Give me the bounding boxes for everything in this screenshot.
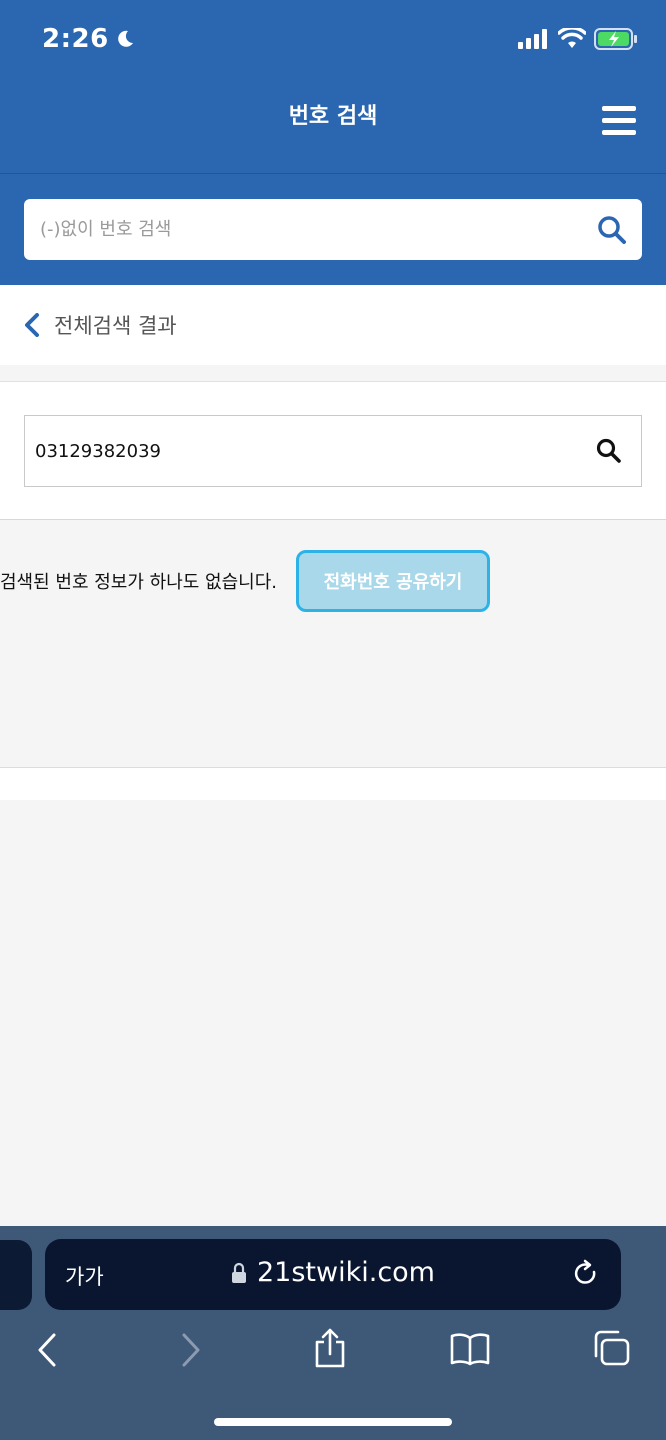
- moon-icon: [117, 30, 133, 47]
- search-icon: [598, 215, 626, 244]
- number-search-button[interactable]: [577, 438, 641, 464]
- number-search-input[interactable]: [25, 440, 577, 462]
- no-result-message: 검색된 번호 정보가 하나도 없습니다.: [0, 572, 278, 593]
- app-header: 번호 검색: [0, 80, 666, 174]
- number-search-panel: [0, 381, 666, 520]
- signal-icon: [518, 29, 547, 49]
- top-search-button[interactable]: [582, 215, 642, 245]
- lock-icon: [232, 1262, 246, 1283]
- share-icon[interactable]: [312, 1328, 348, 1368]
- browser-bottom-bar: 가가 21stwiki.com: [0, 1226, 666, 1440]
- number-search-box: [24, 415, 642, 487]
- status-bar: 2:26: [0, 0, 666, 80]
- tabs-icon[interactable]: [592, 1330, 630, 1366]
- result-section: 검색된 번호 정보가 하나도 없습니다. 전화번호 공유하기: [0, 520, 666, 768]
- back-link-label: 전체검색 결과: [54, 314, 177, 338]
- reload-icon[interactable]: [571, 1259, 601, 1289]
- menu-bar: [602, 118, 636, 123]
- search-band: [0, 174, 666, 285]
- status-icons: [518, 28, 638, 50]
- clock: 2:26: [42, 24, 135, 54]
- url-display: 21stwiki.com: [45, 1257, 621, 1288]
- back-link[interactable]: 전체검색 결과: [0, 285, 666, 365]
- chevron-left-icon: [25, 313, 39, 337]
- browser-toolbar: [0, 1326, 666, 1386]
- battery-charging-icon: [594, 28, 637, 50]
- home-indicator: [214, 1418, 452, 1426]
- wifi-icon: [558, 28, 586, 48]
- page-background: [0, 800, 666, 1226]
- hamburger-menu-button[interactable]: [602, 106, 636, 138]
- previous-tab-preview[interactable]: [0, 1240, 32, 1310]
- top-search-box: [24, 199, 642, 260]
- top-search-input[interactable]: [24, 219, 582, 240]
- page-title: 번호 검색: [288, 104, 378, 129]
- menu-bar: [602, 130, 636, 135]
- back-arrow-icon[interactable]: [36, 1332, 58, 1368]
- clock-text: 2:26: [42, 24, 109, 54]
- bookmarks-icon[interactable]: [450, 1332, 490, 1366]
- address-bar[interactable]: 가가 21stwiki.com: [45, 1239, 621, 1310]
- forward-arrow-icon[interactable]: [180, 1332, 202, 1368]
- url-text: 21stwiki.com: [257, 1257, 435, 1288]
- share-number-button[interactable]: 전화번호 공유하기: [296, 550, 490, 612]
- divider-strip: [0, 768, 666, 800]
- menu-bar: [602, 106, 636, 111]
- section-gap: [0, 365, 666, 381]
- search-icon: [596, 438, 621, 463]
